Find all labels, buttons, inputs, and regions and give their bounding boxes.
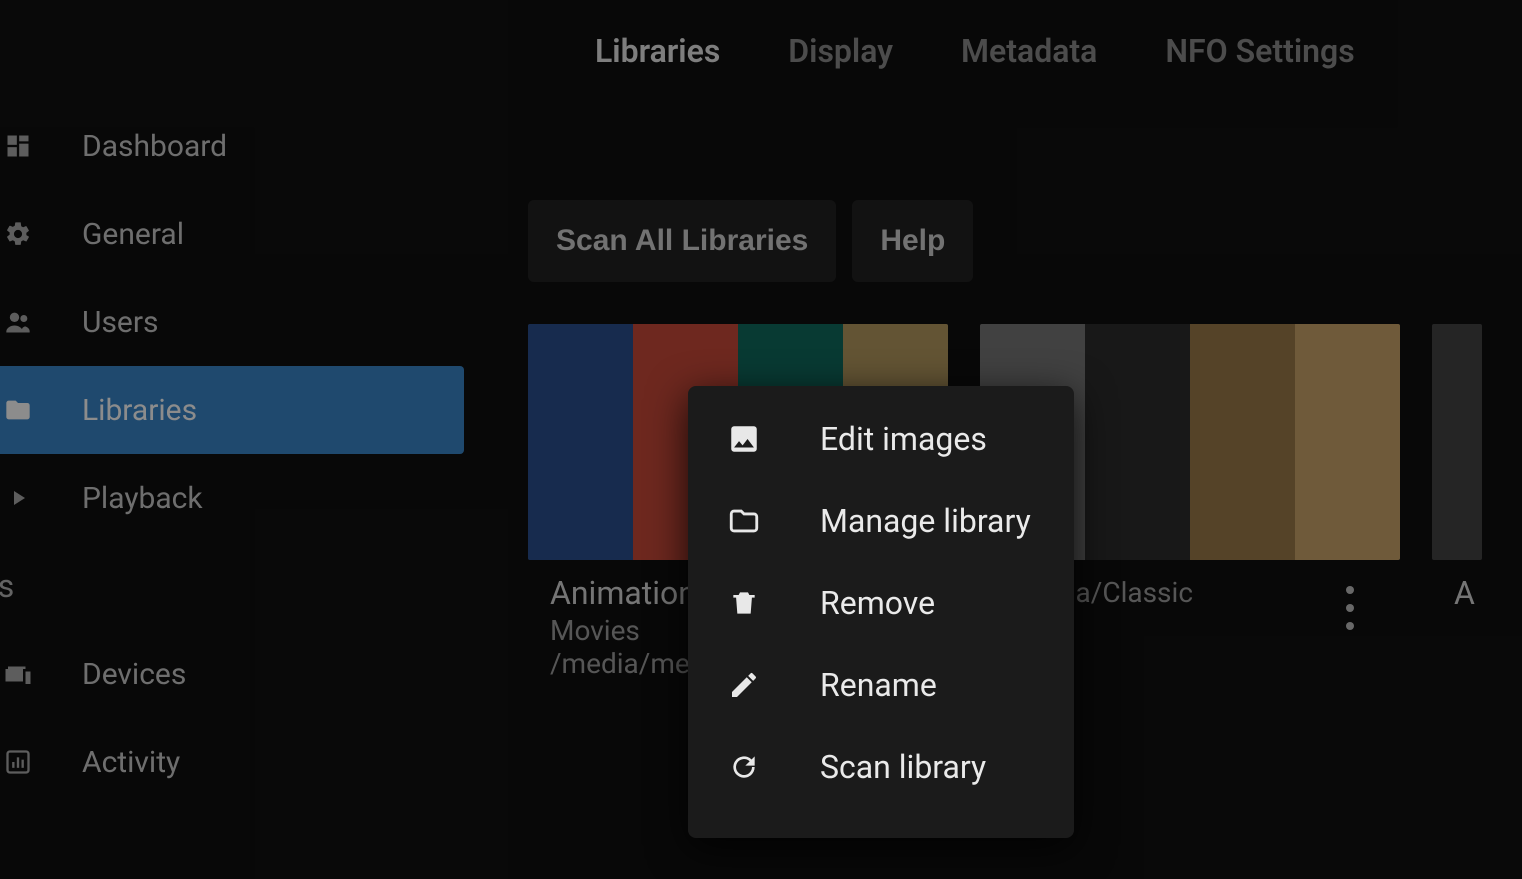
sidebar-item-label: Libraries (82, 393, 197, 428)
sidebar-item-playback[interactable]: Playback (0, 454, 464, 542)
sidebar-item-label: Playback (82, 481, 203, 516)
users-icon (2, 306, 34, 338)
help-button[interactable]: Help (852, 200, 973, 282)
menu-manage-library[interactable]: Manage library (688, 480, 1074, 562)
sidebar-item-dashboard[interactable]: Dashboard (0, 102, 464, 190)
top-tabs: Libraries Display Metadata NFO Settings (0, 0, 1522, 102)
menu-rename[interactable]: Rename (688, 644, 1074, 726)
library-context-menu: Edit images Manage library Remove Rename… (688, 386, 1074, 838)
image-icon (726, 421, 762, 457)
tab-nfo-settings[interactable]: NFO Settings (1165, 32, 1354, 70)
sidebar-item-label: Activity (82, 745, 180, 780)
more-vertical-icon (1346, 586, 1354, 594)
sidebar-section-devices: evices (0, 542, 464, 630)
menu-item-label: Edit images (820, 420, 987, 458)
menu-item-label: Remove (820, 584, 935, 622)
library-thumbnail (1432, 324, 1482, 560)
sidebar: Dashboard General Users Libraries Playba (0, 102, 464, 806)
sidebar-item-label: Users (82, 305, 159, 340)
scan-all-libraries-button[interactable]: Scan All Libraries (528, 200, 836, 282)
action-bar: Scan All Libraries Help (528, 200, 1514, 282)
dashboard-icon (2, 130, 34, 162)
sidebar-item-activity[interactable]: Activity (0, 718, 464, 806)
play-icon (2, 482, 34, 514)
library-more-button[interactable] (1330, 580, 1370, 636)
folder-outline-icon (726, 503, 762, 539)
gear-icon (2, 218, 34, 250)
tab-display[interactable]: Display (788, 32, 893, 70)
sidebar-item-users[interactable]: Users (0, 278, 464, 366)
menu-edit-images[interactable]: Edit images (688, 398, 1074, 480)
sidebar-item-label: Devices (82, 657, 186, 692)
refresh-icon (726, 749, 762, 785)
library-card[interactable]: A (1432, 324, 1482, 686)
library-title: A (1454, 574, 1482, 612)
menu-remove[interactable]: Remove (688, 562, 1074, 644)
tab-libraries[interactable]: Libraries (595, 32, 720, 70)
trash-icon (726, 585, 762, 621)
activity-icon (2, 746, 34, 778)
folder-icon (2, 394, 34, 426)
sidebar-item-label: General (82, 217, 184, 252)
sidebar-item-libraries[interactable]: Libraries (0, 366, 464, 454)
sidebar-item-devices[interactable]: Devices (0, 630, 464, 718)
sidebar-item-general[interactable]: General (0, 190, 464, 278)
menu-item-label: Scan library (820, 748, 986, 786)
pencil-icon (726, 667, 762, 703)
sidebar-item-label: Dashboard (82, 129, 227, 164)
menu-scan-library[interactable]: Scan library (688, 726, 1074, 808)
menu-item-label: Rename (820, 666, 937, 704)
menu-item-label: Manage library (820, 502, 1031, 540)
tab-metadata[interactable]: Metadata (961, 32, 1097, 70)
devices-icon (2, 658, 34, 690)
